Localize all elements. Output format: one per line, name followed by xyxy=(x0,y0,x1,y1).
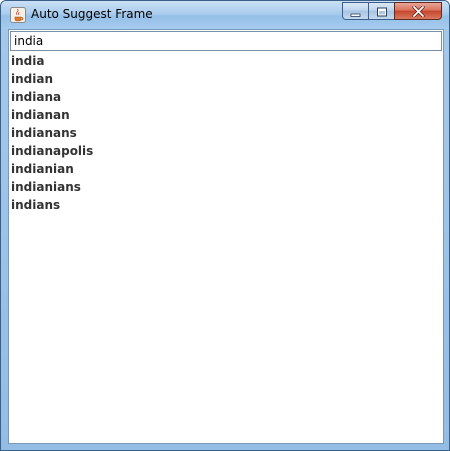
suggestion-item[interactable]: indianian xyxy=(11,160,93,178)
window-title: Auto Suggest Frame xyxy=(31,7,153,21)
minimize-icon xyxy=(350,2,361,21)
app-window: Auto Suggest Frame india india indian in… xyxy=(0,0,450,451)
maximize-icon xyxy=(376,2,388,21)
title-bar[interactable]: Auto Suggest Frame xyxy=(1,1,449,29)
suggestion-item[interactable]: india xyxy=(11,52,93,70)
close-icon xyxy=(411,2,425,21)
suggestion-item[interactable]: indians xyxy=(11,196,93,214)
close-button[interactable] xyxy=(394,2,442,20)
content-panel: india indian indiana indianan indianans … xyxy=(8,29,444,444)
suggestion-item[interactable]: indianans xyxy=(11,124,93,142)
suggestion-item[interactable]: indian xyxy=(11,70,93,88)
suggestion-item[interactable]: indiana xyxy=(11,88,93,106)
suggestion-item[interactable]: indianan xyxy=(11,106,93,124)
maximize-button[interactable] xyxy=(368,2,395,20)
search-input[interactable] xyxy=(10,31,442,51)
suggestion-item[interactable]: indianians xyxy=(11,178,93,196)
java-cup-icon xyxy=(10,7,26,23)
minimize-button[interactable] xyxy=(342,2,369,20)
suggestion-list: india indian indiana indianan indianans … xyxy=(11,52,93,214)
suggestion-item[interactable]: indianapolis xyxy=(11,142,93,160)
